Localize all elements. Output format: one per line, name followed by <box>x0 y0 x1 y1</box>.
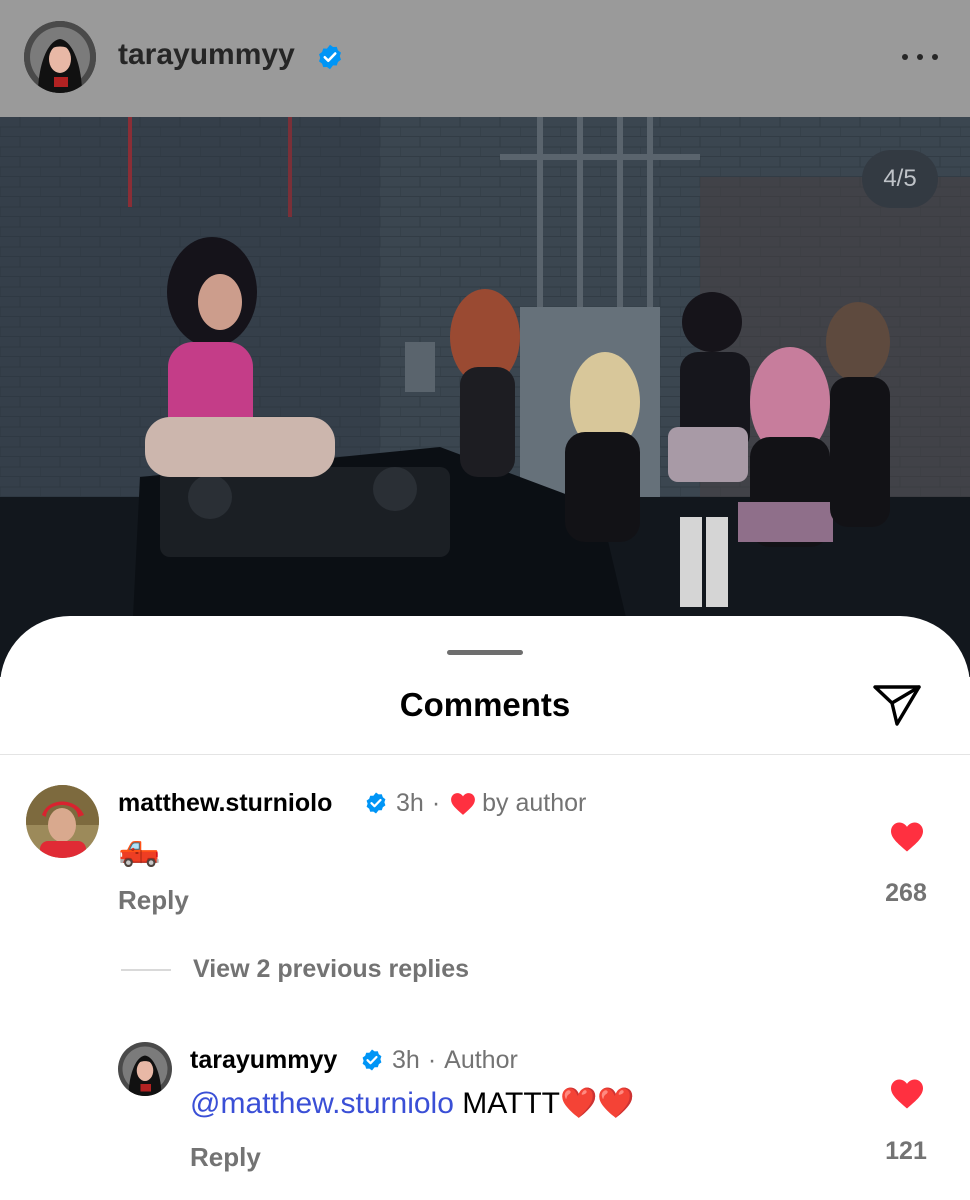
reply-button[interactable]: Reply <box>190 1142 261 1173</box>
comment-username[interactable]: matthew.sturniolo <box>118 789 332 818</box>
verified-badge-icon <box>362 1049 382 1071</box>
post-photo[interactable]: 4/5 <box>0 117 970 677</box>
like-heart-icon[interactable] <box>889 1078 925 1110</box>
author-label: Author <box>444 1046 518 1074</box>
mention-link[interactable]: @matthew.sturniolo <box>190 1087 454 1120</box>
comment-text: 🛻 <box>118 830 161 868</box>
reply-body: MATTT❤️❤️ <box>462 1087 635 1120</box>
comment-time: 3h <box>396 789 424 817</box>
thread-line <box>121 969 171 971</box>
comment-meta: 3h · by author <box>396 789 586 818</box>
reply-meta: 3h · Author <box>392 1046 518 1075</box>
comments-title: Comments <box>399 686 571 723</box>
comment-avatar[interactable] <box>26 785 99 858</box>
post-author-username[interactable]: tarayummyy <box>118 38 295 72</box>
instagram-post-screen: tarayummyy 4/5 Comments matthew.sturniol… <box>0 0 970 1200</box>
meta-separator: · <box>427 1046 437 1074</box>
reply-time: 3h <box>392 1046 420 1074</box>
verified-badge-icon <box>366 792 386 814</box>
reply-avatar[interactable] <box>118 1042 172 1096</box>
photo-scene <box>0 117 970 677</box>
verified-badge-icon <box>319 44 341 70</box>
liked-by-author-label: by author <box>482 789 587 817</box>
reply-username[interactable]: tarayummyy <box>190 1046 337 1075</box>
meta-separator: · <box>431 789 441 817</box>
carousel-counter: 4/5 <box>862 150 938 208</box>
sheet-divider <box>0 754 970 755</box>
sheet-drag-handle[interactable] <box>447 650 523 655</box>
send-icon[interactable] <box>870 680 924 728</box>
carousel-counter-text: 4/5 <box>883 165 917 192</box>
reply-text: @matthew.sturniolo MATTT❤️❤️ <box>190 1086 635 1121</box>
post-header: tarayummyy <box>0 0 970 117</box>
more-options-icon[interactable] <box>902 51 938 63</box>
reply-button[interactable]: Reply <box>118 885 189 916</box>
post-author-avatar[interactable] <box>24 21 96 93</box>
like-heart-icon[interactable] <box>889 821 925 853</box>
like-count: 268 <box>885 879 927 907</box>
like-count: 121 <box>885 1137 927 1165</box>
view-previous-replies-button[interactable]: View 2 previous replies <box>193 955 469 984</box>
liked-by-author-heart-icon <box>451 792 476 815</box>
